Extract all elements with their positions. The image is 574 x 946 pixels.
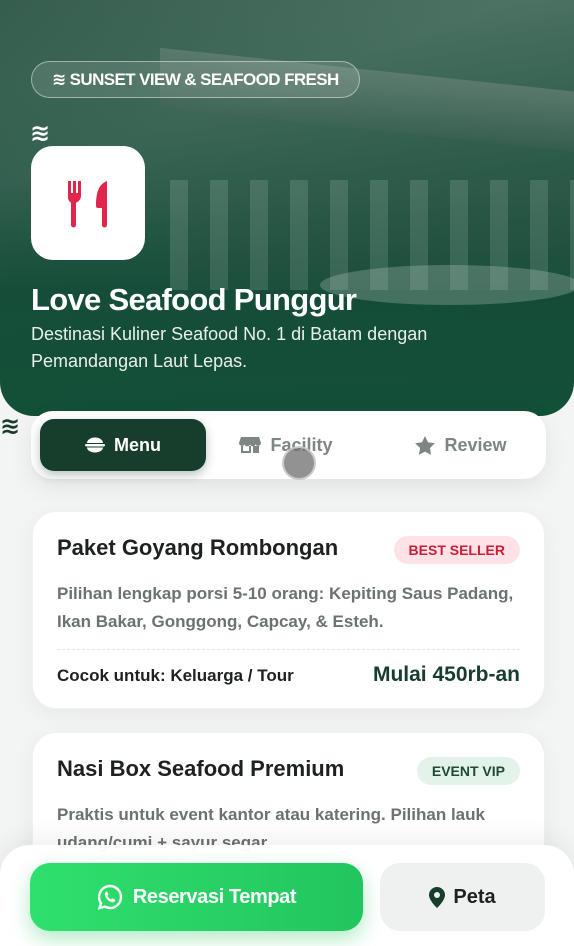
- reserve-button[interactable]: Reservasi Tempat: [30, 863, 363, 931]
- restaurant-logo: [31, 146, 145, 260]
- map-button[interactable]: Peta: [380, 863, 545, 931]
- waves-side-icon: ≋: [0, 412, 21, 440]
- page-title: Love Seafood Punggur: [31, 282, 357, 317]
- card-divider: [57, 649, 520, 650]
- map-button-label: Peta: [453, 885, 496, 908]
- tab-menu[interactable]: Menu: [40, 419, 206, 471]
- store-icon: [239, 437, 262, 453]
- menu-card[interactable]: Paket Goyang Rombongan BEST SELLER Pilih…: [32, 511, 545, 709]
- menu-card-title: Nasi Box Seafood Premium: [57, 756, 345, 781]
- waves-icon: ≋: [52, 69, 66, 90]
- touch-indicator: [282, 446, 316, 480]
- star-icon: [415, 435, 436, 455]
- menu-card-title: Paket Goyang Rombongan: [57, 535, 339, 560]
- reserve-button-label: Reservasi Tempat: [132, 885, 297, 908]
- hero-photo-table: [320, 265, 574, 305]
- hero-tag-pill: ≋ SUNSET VIEW & SEAFOOD FRESH: [31, 61, 360, 98]
- map-pin-icon: [429, 886, 446, 908]
- utensils-icon: [67, 181, 107, 228]
- event-vip-badge: EVENT VIP: [416, 757, 520, 785]
- page-subtitle: Destinasi Kuliner Seafood No. 1 di Batam…: [31, 324, 428, 371]
- bottom-action-bar: Reservasi Tempat Peta: [0, 845, 574, 946]
- hero-banner: ≋ SUNSET VIEW & SEAFOOD FRESH ≋ Love Sea…: [0, 0, 574, 416]
- menu-card-description: Pilihan lengkap porsi 5-10 orang: Kepiti…: [57, 584, 514, 631]
- tab-review[interactable]: Review: [391, 419, 531, 471]
- hero-tag-label: SUNSET VIEW & SEAFOOD FRESH: [69, 69, 340, 89]
- menu-card-suitable-for: Cocok untuk: Keluarga / Tour: [57, 666, 294, 685]
- whatsapp-icon: [97, 884, 122, 910]
- tab-review-label: Review: [444, 434, 507, 455]
- best-seller-badge: BEST SELLER: [393, 536, 520, 564]
- bowl-icon: [85, 437, 105, 453]
- waves-decoration-icon: ≋: [30, 119, 51, 147]
- menu-card-price: Mulai 450rb-an: [372, 663, 520, 686]
- tab-menu-label: Menu: [114, 434, 161, 455]
